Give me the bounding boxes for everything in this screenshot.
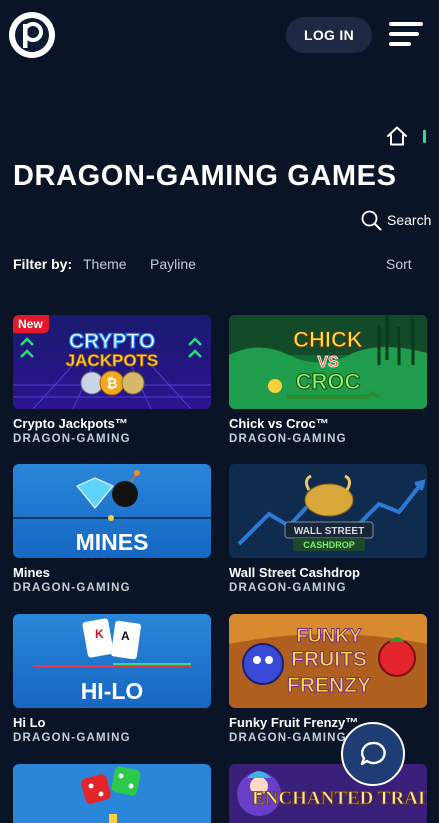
game-thumbnail[interactable] [13, 764, 211, 823]
svg-text:A: A [121, 629, 130, 643]
breadcrumb [386, 125, 428, 147]
new-badge: New [13, 315, 49, 333]
game-provider: DRAGON-GAMING [229, 582, 347, 594]
art-title-line1: CHICK [293, 327, 363, 352]
hamburger-menu-icon[interactable] [389, 22, 423, 46]
game-provider: DRAGON-GAMING [13, 433, 131, 445]
search-button[interactable]: Search [361, 209, 431, 231]
game-card[interactable]: K A HI-LO Hi Lo DRAGON-GAMING [13, 614, 211, 744]
filter-payline[interactable]: Payline [150, 256, 196, 272]
search-icon [361, 210, 382, 230]
chat-bubble-icon [360, 741, 386, 766]
art-title-line2: CASHDROP [303, 540, 355, 550]
game-provider: DRAGON-GAMING [229, 433, 347, 445]
svg-text:₿: ₿ [106, 375, 117, 391]
art-title-line1: WALL STREET [294, 526, 364, 537]
game-name[interactable]: Crypto Jackpots™ [13, 416, 211, 431]
game-thumbnail[interactable]: CRYPTO JACKPOTS ₿ New [13, 315, 211, 409]
art-title: HI-LO [81, 678, 144, 704]
game-name[interactable]: Wall Street Cashdrop [229, 565, 427, 580]
game-provider: DRAGON-GAMING [13, 582, 131, 594]
game-name[interactable]: Hi Lo [13, 715, 211, 730]
art-title-line3: FRENZY [287, 674, 371, 697]
game-provider: DRAGON-GAMING [13, 732, 131, 744]
game-card[interactable]: FUNKY FRUITS FRENZY Funky Fruit Frenzy™ … [229, 614, 427, 744]
art-title-line2: FRUITS [291, 648, 367, 671]
game-name[interactable]: Funky Fruit Frenzy™ [229, 715, 427, 730]
game-thumbnail[interactable]: CHICK VS CROC [229, 315, 427, 409]
game-card[interactable]: CRYPTO JACKPOTS ₿ New Crypto Jackpots™ D… [13, 315, 211, 445]
game-thumbnail[interactable]: MINES [13, 464, 211, 558]
art-title: MINES [76, 529, 149, 555]
breadcrumb-separator [423, 130, 426, 143]
game-card[interactable] [13, 764, 211, 823]
chat-button[interactable] [341, 722, 405, 786]
game-card[interactable]: WALL STREET CASHDROP Wall Street Cashdro… [229, 464, 427, 594]
sort-button[interactable]: Sort [386, 256, 412, 272]
game-thumbnail[interactable]: WALL STREET CASHDROP [229, 464, 427, 558]
search-label: Search [387, 212, 432, 228]
page-title: DRAGON-GAMING GAMES [13, 160, 397, 192]
game-name[interactable]: Chick vs Croc™ [229, 416, 427, 431]
filter-theme[interactable]: Theme [83, 256, 127, 272]
art-title-line1: FUNKY [296, 626, 362, 647]
art-title: ENCHANTED TRAIL [252, 788, 427, 809]
svg-text:K: K [95, 627, 104, 641]
game-card[interactable]: MINES Mines DRAGON-GAMING [13, 464, 211, 594]
game-thumbnail[interactable]: K A HI-LO [13, 614, 211, 708]
login-button[interactable]: LOG IN [286, 17, 372, 53]
logo-mark-icon [15, 18, 49, 52]
filter-bar: Filter by: Theme Payline Sort [13, 256, 427, 274]
game-thumbnail[interactable]: FUNKY FRUITS FRENZY [229, 614, 427, 708]
filter-label: Filter by: [13, 256, 73, 272]
brand-logo[interactable] [9, 12, 55, 58]
home-icon[interactable] [386, 125, 408, 147]
art-title-line3: CROC [296, 369, 361, 394]
art-title-line2: JACKPOTS [66, 351, 159, 370]
site-header: LOG IN [0, 0, 439, 72]
game-card[interactable]: CHICK VS CROC Chick vs Croc™ DRAGON-GAMI… [229, 315, 427, 445]
game-name[interactable]: Mines [13, 565, 211, 580]
art-title-line1: CRYPTO [69, 330, 155, 353]
